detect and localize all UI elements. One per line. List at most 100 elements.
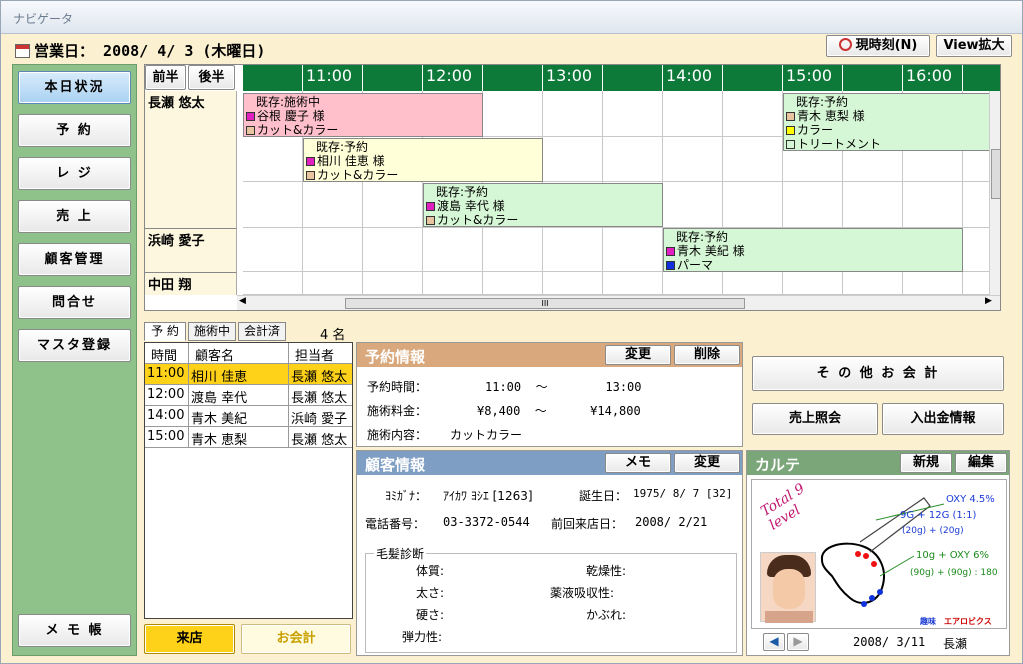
schedule-cell[interactable] — [903, 182, 963, 228]
second-half-button[interactable]: 後半 — [188, 65, 235, 90]
schedule-cell[interactable] — [603, 272, 663, 295]
sidebar-item-customer-management[interactable]: 顧客管理 — [18, 243, 131, 276]
schedule-cell[interactable] — [423, 272, 483, 295]
karte-date: 2008/ 3/11 — [853, 635, 926, 649]
sales-inquiry-button[interactable]: 売上照会 — [752, 403, 878, 435]
hour-cell: 11:00 — [303, 65, 363, 91]
appointment-block[interactable]: 既存:予約 渡島 幸代 様 カット&カラー — [423, 183, 663, 227]
menu-square-icon — [666, 261, 675, 270]
schedule-cell[interactable] — [243, 272, 303, 295]
appointment-block[interactable]: 既存:予約 相川 佳恵 様 カット&カラー — [303, 138, 543, 182]
hour-cell — [603, 65, 663, 91]
appointment-block[interactable]: 既存:予約 青木 美紀 様 パーマ — [663, 228, 963, 272]
customer-change-button[interactable]: 変更 — [674, 453, 740, 473]
schedule-cell[interactable] — [723, 137, 783, 182]
karte-prev-button[interactable]: ◀ — [763, 633, 785, 651]
customer-last-visit: 2008/ 2/21 — [635, 515, 708, 529]
schedule-cell[interactable] — [723, 182, 783, 228]
checkin-button[interactable]: 来店 — [144, 624, 235, 654]
schedule-cell[interactable] — [483, 272, 543, 295]
table-header: 時間 顧客名 担当者 — [145, 343, 352, 364]
schedule-cell[interactable] — [843, 182, 903, 228]
schedule-cell[interactable] — [843, 272, 903, 295]
schedule-cell[interactable] — [483, 228, 543, 272]
karte-new-button[interactable]: 新規 — [900, 453, 952, 473]
view-zoom-button[interactable]: View拡大 — [936, 35, 1012, 57]
first-half-button[interactable]: 前半 — [145, 65, 186, 90]
schedule-cell[interactable] — [543, 228, 603, 272]
schedule-cell[interactable] — [243, 182, 303, 228]
table-row[interactable]: 11:00 相川 佳恵 長瀬 悠太 — [145, 364, 352, 385]
schedule-cell[interactable] — [483, 91, 543, 137]
reservation-time: 11:00 ～ 13:00 — [485, 380, 642, 394]
schedule-cell[interactable] — [423, 228, 483, 272]
hour-cell: 14:00 — [663, 65, 723, 91]
scroll-left-arrow-icon[interactable]: ◀ — [239, 296, 246, 306]
schedule-cell[interactable] — [543, 272, 603, 295]
staff-row-label: 中田 翔 — [145, 272, 237, 295]
schedule-cell[interactable] — [723, 91, 783, 137]
schedule-cell[interactable] — [783, 272, 843, 295]
scroll-right-arrow-icon[interactable]: ▶ — [985, 296, 992, 306]
schedule-cell[interactable] — [663, 182, 723, 228]
memo-pad-button[interactable]: メ モ 帳 — [18, 614, 131, 647]
vertical-scrollbar[interactable] — [989, 91, 1000, 295]
staff-row-label: 長瀬 悠太 — [145, 91, 237, 228]
schedule-cell[interactable] — [663, 91, 723, 137]
hour-cell — [483, 65, 543, 91]
sidebar-item-today-status[interactable]: 本日状況 — [18, 71, 131, 104]
other-payment-button[interactable]: そ の 他 お 会 計 — [752, 356, 1004, 391]
table-row[interactable]: 12:00 渡島 幸代 長瀬 悠太 — [145, 385, 352, 406]
customer-photo — [760, 552, 816, 623]
schedule-cell[interactable] — [303, 182, 363, 228]
reservation-delete-button[interactable]: 削除 — [674, 345, 740, 365]
schedule-cell[interactable] — [783, 182, 843, 228]
schedule-cell[interactable] — [543, 91, 603, 137]
karte-edit-button[interactable]: 編集 — [955, 453, 1007, 473]
scroll-thumb[interactable]: III — [345, 298, 745, 309]
schedule-cell[interactable] — [303, 272, 363, 295]
sidebar-item-reservation[interactable]: 予 約 — [18, 114, 131, 147]
table-row[interactable]: 15:00 青木 恵梨 長瀬 悠太 — [145, 427, 352, 448]
schedule-cell[interactable] — [363, 228, 423, 272]
menu-square-icon — [786, 140, 795, 149]
schedule-cell[interactable] — [903, 272, 963, 295]
sidebar-item-inquiry[interactable]: 問合せ — [18, 286, 131, 319]
schedule-cell[interactable] — [363, 182, 423, 228]
karte-panel: カルテ 新規 編集 Total 9 level OXY 4.5% 9G + 12… — [746, 450, 1010, 656]
schedule-cell[interactable] — [243, 228, 303, 272]
sidebar-item-sales[interactable]: 売 上 — [18, 200, 131, 233]
schedule-cell[interactable] — [723, 272, 783, 295]
appointment-block[interactable]: 既存:予約 青木 恵梨 様 カラー トリートメント — [783, 93, 1000, 151]
checkout-button[interactable]: お会計 — [241, 624, 351, 654]
schedule-cell[interactable] — [603, 137, 663, 182]
schedule-cell[interactable] — [543, 137, 603, 182]
current-time-button[interactable]: 現時刻(N) — [826, 35, 930, 57]
scroll-thumb[interactable] — [991, 149, 1000, 199]
customer-memo-button[interactable]: メモ — [605, 453, 671, 473]
face-shape — [773, 569, 805, 609]
schedule-cell[interactable] — [363, 272, 423, 295]
karte-next-button[interactable]: ▶ — [787, 633, 809, 651]
sidebar: 本日状況 予 約 レ ジ 売 上 顧客管理 問合せ マスタ登録 メ モ 帳 — [12, 64, 137, 656]
tab-in-service[interactable]: 施術中 — [188, 322, 236, 341]
cash-info-button[interactable]: 入出金情報 — [882, 403, 1004, 435]
sidebar-item-register[interactable]: レ ジ — [18, 157, 131, 190]
table-row[interactable]: 14:00 青木 美紀 浜崎 愛子 — [145, 406, 352, 427]
schedule-cell[interactable] — [303, 228, 363, 272]
appointment-block[interactable]: 既存:施術中 谷根 慶子 様 カット&カラー — [243, 93, 483, 137]
schedule-cell[interactable] — [243, 137, 303, 182]
tab-paid[interactable]: 会計済 — [238, 322, 286, 341]
schedule-cell[interactable] — [603, 228, 663, 272]
horizontal-scrollbar[interactable]: ◀ III ▶ — [237, 295, 1000, 310]
reservation-change-button[interactable]: 変更 — [605, 345, 671, 365]
tab-reservation[interactable]: 予 約 — [144, 322, 186, 341]
business-date-bar: 営業日： 2008/ 4/ 3 (木曜日) 現時刻(N) View拡大 — [1, 34, 1022, 64]
schedule-cell[interactable] — [663, 272, 723, 295]
sidebar-item-master-registration[interactable]: マスタ登録 — [18, 329, 131, 362]
hour-cell: 13:00 — [543, 65, 603, 91]
schedule-cell[interactable] — [603, 91, 663, 137]
schedule-cell[interactable] — [663, 137, 723, 182]
menu-square-icon — [426, 216, 435, 225]
menu-square-icon — [306, 171, 315, 180]
